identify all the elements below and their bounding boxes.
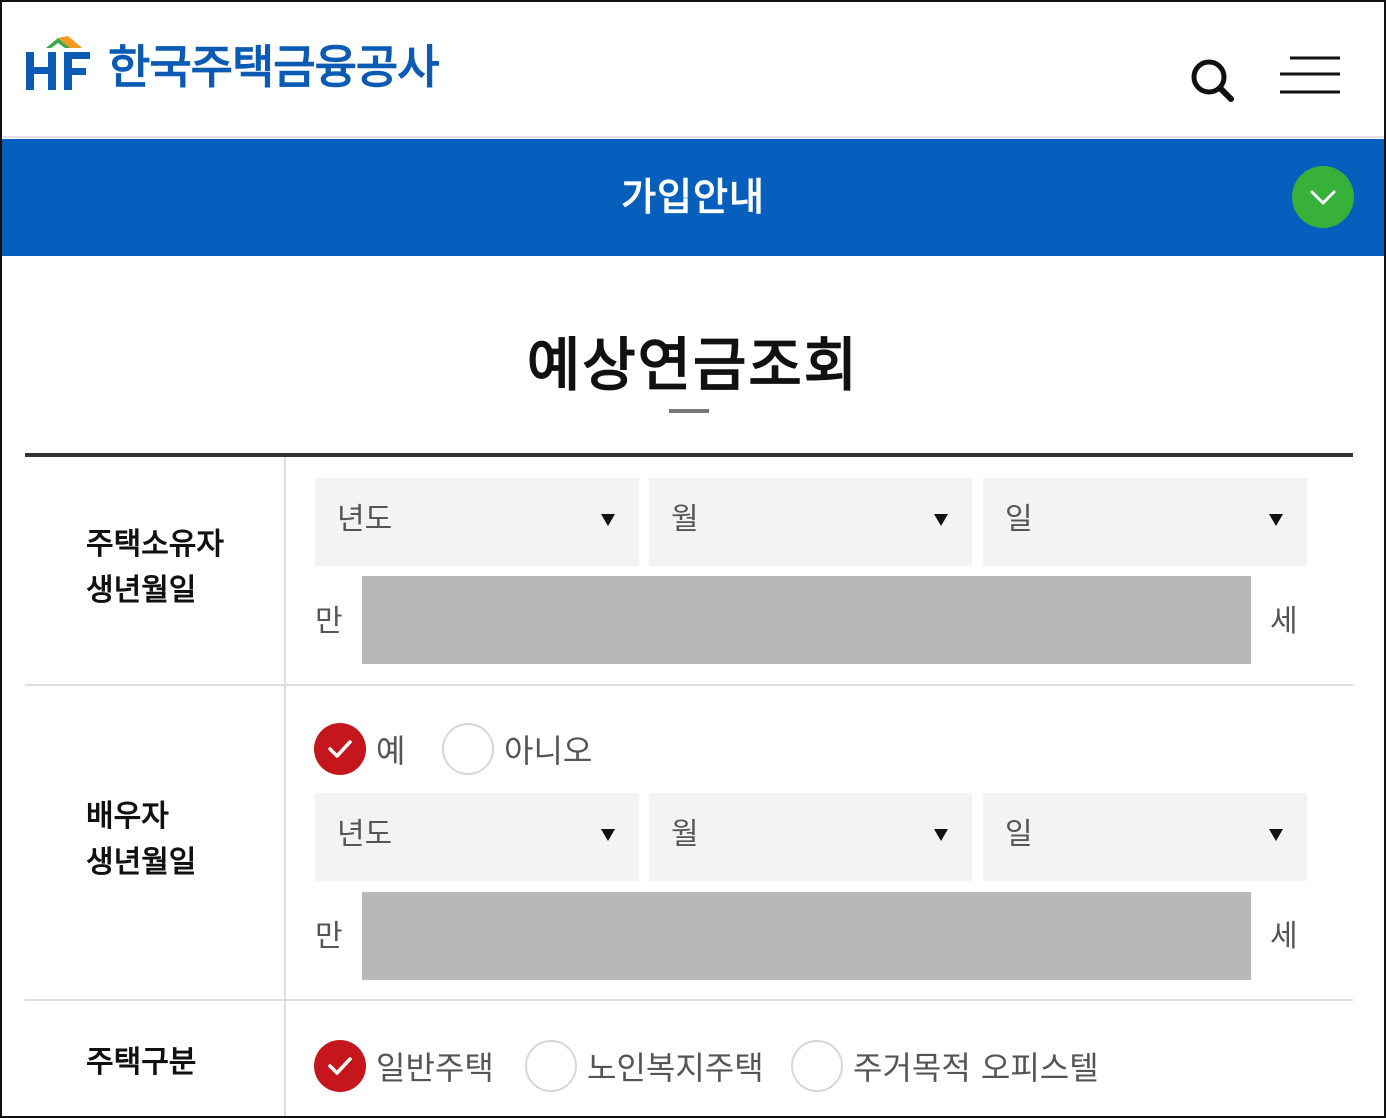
section-bar: 가입안내 — [0, 139, 1386, 256]
spouse-yes-radio[interactable]: 예 — [314, 722, 405, 776]
caret-down-icon — [1269, 829, 1283, 841]
spouse-birth-label: 배우자 생년월일 — [86, 799, 197, 880]
radio-unchecked-icon — [442, 723, 494, 775]
radio-unchecked-icon — [525, 1040, 577, 1092]
house-type-officetel-radio[interactable]: 주거목적 오피스텔 — [791, 1039, 1099, 1093]
radio-unchecked-icon — [791, 1040, 843, 1092]
row-divider — [25, 999, 1353, 1001]
house-type-general-radio[interactable]: 일반주택 — [314, 1039, 494, 1093]
section-title: 가입안내 — [621, 175, 765, 219]
owner-year-select[interactable]: 년도 — [315, 478, 639, 566]
spouse-month-select[interactable]: 월 — [649, 793, 972, 881]
column-divider — [284, 457, 286, 1118]
spouse-age-field — [362, 892, 1251, 980]
owner-age-field — [362, 576, 1251, 664]
caret-down-icon — [601, 829, 615, 841]
spouse-age-prefix: 만 — [315, 919, 343, 954]
row-divider — [25, 684, 1353, 686]
owner-age-suffix: 세 — [1270, 604, 1298, 639]
checkmark-icon — [314, 723, 366, 775]
house-type-senior-welfare-radio[interactable]: 노인복지주택 — [525, 1039, 764, 1093]
search-icon[interactable] — [1184, 52, 1240, 108]
chevron-down-icon[interactable] — [1292, 166, 1354, 228]
hf-logo-mark — [24, 34, 94, 94]
title-divider — [669, 409, 709, 413]
page-title: 예상연금조회 — [526, 331, 860, 399]
table-top-border — [25, 453, 1353, 457]
logo[interactable]: 한국주택금융공사 — [24, 32, 440, 96]
checkmark-icon — [314, 1040, 366, 1092]
caret-down-icon — [934, 829, 948, 841]
owner-age-prefix: 만 — [315, 604, 343, 639]
caret-down-icon — [1269, 514, 1283, 526]
house-type-label: 주택구분 — [86, 1045, 197, 1080]
spouse-no-radio[interactable]: 아니오 — [442, 722, 592, 776]
owner-birth-label: 주택소유자 생년월일 — [86, 527, 224, 608]
caret-down-icon — [934, 514, 948, 526]
caret-down-icon — [601, 514, 615, 526]
hamburger-menu-icon[interactable] — [1278, 52, 1344, 100]
spouse-year-select[interactable]: 년도 — [315, 793, 639, 881]
spouse-day-select[interactable]: 일 — [983, 793, 1307, 881]
owner-day-select[interactable]: 일 — [983, 478, 1307, 566]
site-header: 한국주택금융공사 — [0, 0, 1386, 138]
logo-text: 한국주택금융공사 — [108, 40, 440, 94]
spouse-age-suffix: 세 — [1270, 919, 1298, 954]
owner-month-select[interactable]: 월 — [649, 478, 972, 566]
